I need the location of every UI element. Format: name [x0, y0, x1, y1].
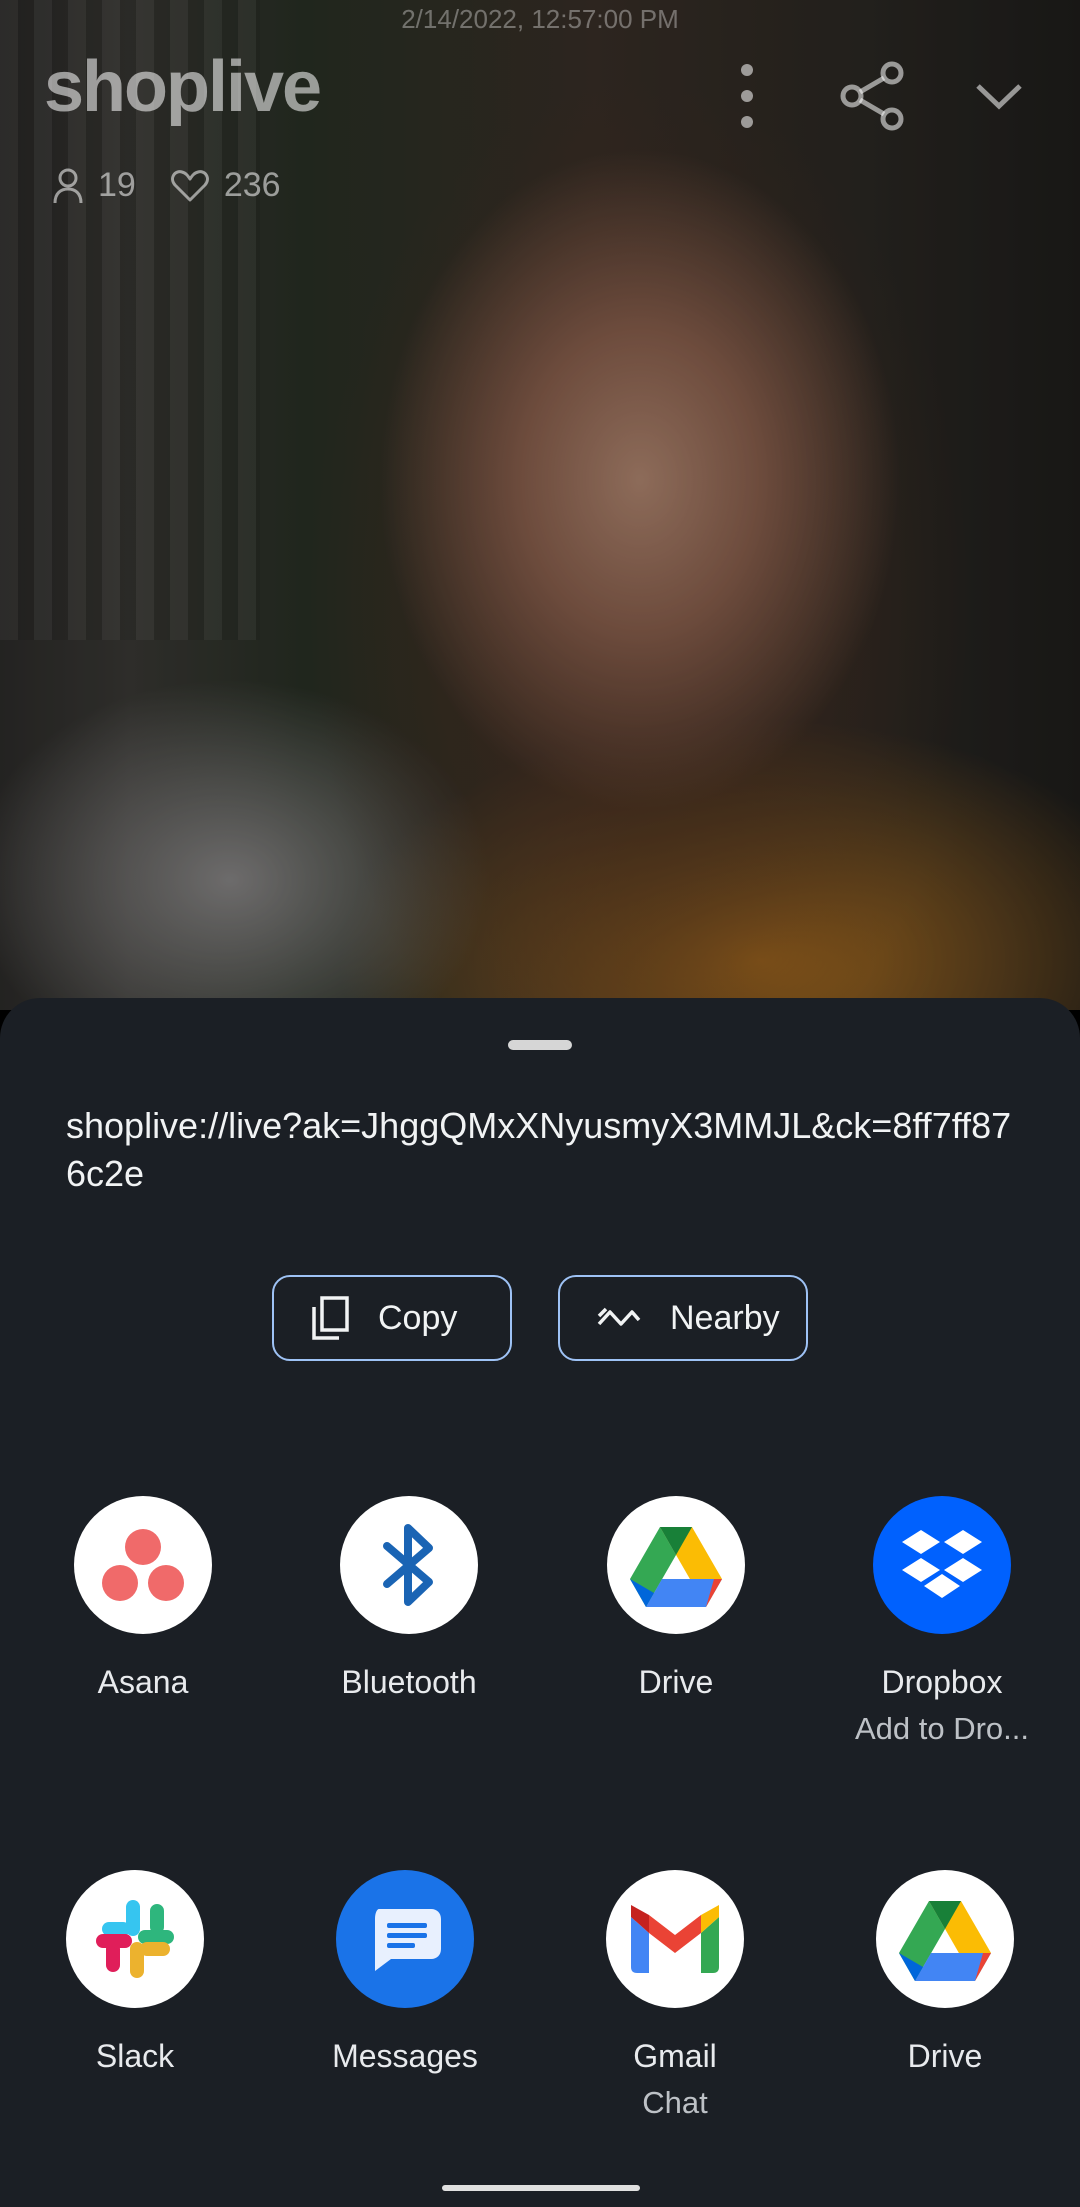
share-button[interactable] [828, 56, 918, 136]
player-toolbar [666, 56, 1044, 136]
live-video[interactable] [0, 0, 1080, 1010]
share-target-drive-2[interactable]: Drive [825, 1870, 1065, 2075]
video-timestamp: 2/14/2022, 12:57:00 PM [401, 4, 679, 34]
messages-app-icon [336, 1870, 474, 2008]
bluetooth-icon [383, 1524, 433, 1606]
share-target-messages[interactable]: Messages [285, 1870, 525, 2075]
app-sublabel: Add to Dro... [854, 1711, 1030, 1746]
sheet-drag-handle[interactable] [508, 1040, 572, 1050]
like-count: 236 [170, 166, 281, 205]
share-target-dropbox[interactable]: Dropbox Add to Dro... [822, 1496, 1062, 1747]
gmail-app-icon [606, 1870, 744, 2008]
nearby-share-button[interactable]: Nearby [558, 1275, 808, 1361]
slack-app-icon [66, 1870, 204, 2008]
drive-app-icon [876, 1870, 1014, 2008]
slack-icon [96, 1900, 174, 1978]
share-url-text: shoplive://live?ak=JhggQMxXNyusmyX3MMJL&… [66, 1105, 1012, 1194]
drive-app-icon [607, 1496, 745, 1634]
dropbox-icon [902, 1530, 982, 1598]
copy-button-label: Copy [378, 1298, 458, 1337]
viewer-count-value: 19 [98, 166, 136, 204]
copy-button[interactable]: Copy [272, 1275, 512, 1361]
gesture-navigation-bar[interactable] [442, 2185, 640, 2191]
app-sublabel: Chat [642, 2085, 708, 2120]
google-drive-icon [630, 1527, 722, 1607]
nearby-share-button-label: Nearby [670, 1298, 780, 1337]
viewer-count: 19 [52, 166, 136, 205]
share-icon [840, 61, 904, 131]
share-target-drive[interactable]: Drive [556, 1496, 796, 1701]
app-label: Drive [638, 1664, 714, 1700]
bluetooth-app-icon [340, 1496, 478, 1634]
live-stats: 19 236 [52, 166, 315, 205]
app-label: Dropbox [881, 1664, 1003, 1700]
app-label: Bluetooth [341, 1664, 477, 1700]
collapse-button[interactable] [954, 56, 1044, 136]
share-target-asana[interactable]: Asana [23, 1496, 263, 1701]
share-sheet: shoplive://live?ak=JhggQMxXNyusmyX3MMJL&… [0, 998, 1080, 2207]
app-label: Gmail [633, 2038, 717, 2074]
copy-icon [312, 1296, 349, 1340]
share-target-slack[interactable]: Slack [15, 1870, 255, 2075]
chevron-down-icon [976, 84, 1022, 110]
gmail-icon [631, 1905, 719, 1973]
asana-app-icon [74, 1496, 212, 1634]
heart-icon [170, 169, 209, 201]
asana-icon [102, 1529, 184, 1601]
app-label: Slack [95, 2038, 175, 2074]
person-icon [53, 168, 83, 203]
like-count-value: 236 [223, 166, 281, 204]
dropbox-app-icon [873, 1496, 1011, 1634]
share-target-gmail-chat[interactable]: Gmail Chat [555, 1870, 795, 2121]
app-label: Messages [332, 2038, 478, 2074]
share-target-bluetooth[interactable]: Bluetooth [289, 1496, 529, 1701]
messages-icon [375, 1909, 441, 1971]
brand-logo: shoplive [44, 46, 322, 128]
app-label: Drive [907, 2038, 983, 2074]
more-vertical-icon [741, 64, 753, 128]
nearby-share-icon [597, 1307, 641, 1326]
app-label: Asana [97, 1664, 189, 1700]
brand-logo-text: shoplive [44, 47, 322, 127]
video-dim-overlay [0, 0, 1080, 1010]
more-options-button[interactable] [702, 56, 792, 136]
google-drive-icon [899, 1901, 991, 1981]
